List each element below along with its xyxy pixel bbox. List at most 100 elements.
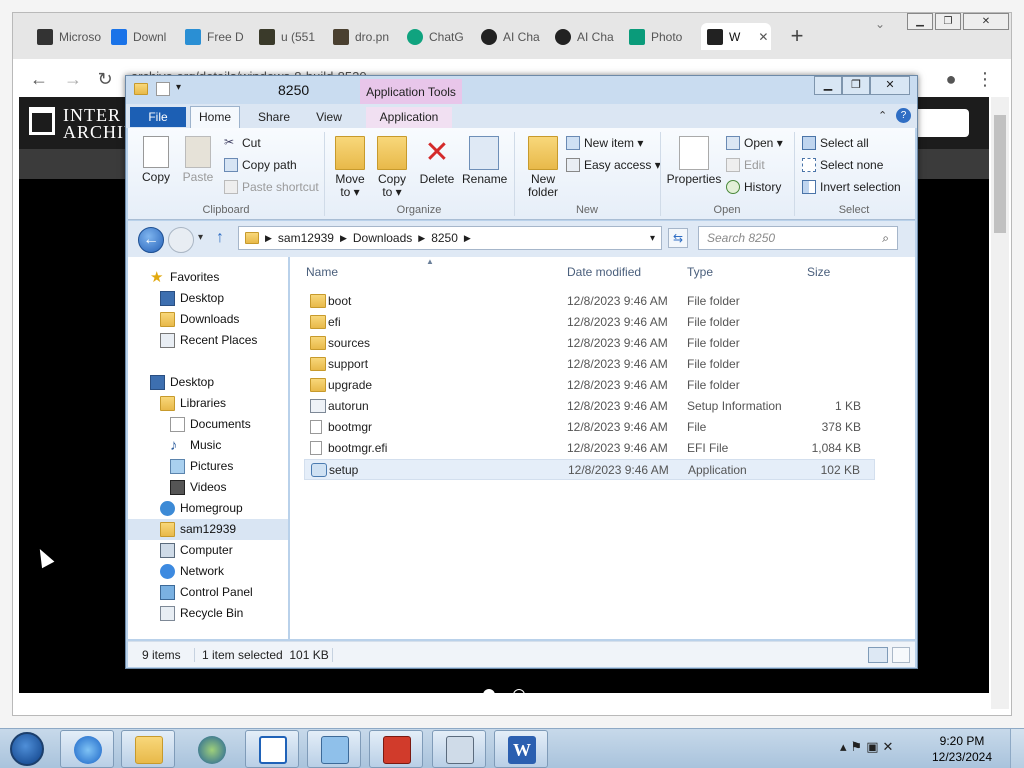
browser-tab-3[interactable]: Free D [179, 23, 253, 50]
file-row[interactable]: bootmgr.efi 12/8/2023 9:46 AM EFI File 1,08… [304, 438, 875, 459]
browser-tab-active[interactable]: W ✕ [701, 23, 771, 50]
invert-selection-button[interactable]: Invert selection [802, 178, 901, 196]
search-input[interactable]: Search 8250 ⌕ [698, 226, 898, 250]
nav-desktop[interactable]: Desktop [128, 372, 288, 393]
column-type[interactable]: Type [687, 265, 713, 279]
browser-tab-8[interactable]: AI Cha [549, 23, 623, 50]
page-scrollbar[interactable] [991, 97, 1009, 709]
nav-network[interactable]: Network [128, 561, 288, 582]
browser-tab-7[interactable]: AI Cha [475, 23, 549, 50]
browser-tab-4[interactable]: u (551 [253, 23, 327, 50]
close-icon[interactable]: ✕ [963, 13, 1009, 30]
taskbar-app-transfer[interactable] [245, 730, 299, 768]
nav-documents[interactable]: Documents [128, 414, 288, 435]
maximize-icon[interactable]: ❐ [935, 13, 961, 30]
taskbar-control-panel[interactable] [307, 730, 361, 768]
dropdown-icon[interactable]: ▾ [176, 82, 190, 96]
breadcrumb[interactable]: ▶ sam12939 ▶ Downloads ▶ 8250 ▶ ▾ [238, 226, 662, 250]
file-row[interactable]: sources 12/8/2023 9:46 AM File folder [304, 333, 875, 354]
breadcrumb-item[interactable]: Downloads [353, 231, 412, 245]
system-tray[interactable]: ▴⚑▣✕ [840, 739, 930, 759]
file-row[interactable]: bootmgr 12/8/2023 9:46 AM File 378 KB [304, 417, 875, 438]
minimize-icon[interactable]: ▁ [907, 13, 933, 30]
tab-view[interactable]: View [308, 107, 350, 128]
browser-tab-6[interactable]: ChatG [401, 23, 475, 50]
browser-tab-2[interactable]: Downl [105, 23, 179, 50]
file-row[interactable]: autorun 12/8/2023 9:46 AM Setup Informatio… [304, 396, 875, 417]
archive-logo[interactable]: INTER ARCHIV [29, 106, 138, 141]
move-to-button[interactable]: Move to ▾ [332, 136, 368, 199]
file-row[interactable]: upgrade 12/8/2023 9:46 AM File folder [304, 375, 875, 396]
volume-muted-icon[interactable]: ✕ [882, 739, 897, 754]
back-button[interactable]: ← [138, 227, 164, 253]
select-none-button[interactable]: Select none [802, 156, 883, 174]
nav-fav-desktop[interactable]: Desktop [128, 288, 288, 309]
forward-button[interactable] [168, 227, 194, 253]
nav-videos[interactable]: Videos [128, 477, 288, 498]
paste-shortcut-button[interactable]: Paste shortcut [224, 178, 319, 196]
carousel-dot-2[interactable] [513, 689, 525, 701]
taskbar-network-computer[interactable] [432, 730, 486, 768]
minimize-icon[interactable]: ▁ [814, 76, 842, 95]
show-desktop-button[interactable] [1010, 729, 1024, 768]
ribbon-collapse-icon[interactable]: ⌃ [878, 109, 887, 122]
help-icon[interactable]: ? [896, 108, 911, 123]
nav-music[interactable]: ♪ Music [128, 435, 288, 456]
copy-to-button[interactable]: Copy to ▾ [374, 136, 410, 199]
column-date[interactable]: Date modified [567, 265, 641, 279]
address-dropdown-icon[interactable]: ▾ [650, 233, 655, 244]
recent-locations-icon[interactable]: ▾ [198, 232, 203, 243]
maximize-icon[interactable]: ❐ [842, 76, 870, 95]
column-size[interactable]: Size [807, 265, 830, 279]
tab-search-icon[interactable]: ⌄ [875, 17, 885, 31]
nav-pictures[interactable]: Pictures [128, 456, 288, 477]
taskbar-internet-explorer[interactable] [60, 730, 114, 768]
reload-icon[interactable]: ↻ [91, 65, 119, 93]
file-row-selected[interactable]: setup 12/8/2023 9:46 AM Application 102 KB [304, 459, 875, 480]
show-hidden-icons-icon[interactable]: ▴ [840, 739, 851, 754]
taskbar-file-explorer[interactable] [121, 730, 175, 768]
easy-access-button[interactable]: Easy access ▾ [566, 156, 661, 174]
start-button[interactable] [0, 729, 54, 768]
file-row[interactable]: support 12/8/2023 9:46 AM File folder [304, 354, 875, 375]
taskbar-toolbox[interactable] [369, 730, 423, 768]
tab-home[interactable]: Home [190, 106, 240, 128]
carousel-dot-1[interactable] [483, 689, 495, 701]
browser-tab-9[interactable]: Photo [623, 23, 697, 50]
back-icon[interactable]: ← [25, 65, 53, 93]
nav-control-panel[interactable]: Control Panel [128, 582, 288, 603]
nav-computer[interactable]: Computer [128, 540, 288, 561]
new-item-button[interactable]: New item ▾ [566, 134, 643, 152]
browser-tab-1[interactable]: Microso [31, 23, 105, 50]
column-name[interactable]: Name [306, 265, 338, 279]
tab-share[interactable]: Share [252, 107, 296, 128]
close-icon[interactable]: ✕ [870, 76, 910, 95]
nav-recent-places[interactable]: Recent Places [128, 330, 288, 351]
clock[interactable]: 9:20 PM 12/23/2024 [930, 733, 994, 767]
copy-button[interactable]: Copy [138, 136, 174, 184]
rename-button[interactable]: Rename [462, 136, 507, 186]
properties-button[interactable]: Properties [666, 136, 722, 186]
taskbar-word[interactable]: W [494, 730, 548, 768]
nav-libraries[interactable]: Libraries [128, 393, 288, 414]
scrollbar-thumb[interactable] [994, 115, 1006, 233]
taskbar-media-player[interactable] [184, 730, 238, 768]
browser-tab-5[interactable]: dro.pn [327, 23, 401, 50]
breadcrumb-item[interactable]: 8250 [431, 231, 458, 245]
properties-quick-icon[interactable] [156, 82, 170, 96]
cut-button[interactable]: ✂ Cut [224, 134, 261, 152]
new-tab-button[interactable]: + [785, 25, 809, 49]
large-icons-view-icon[interactable] [892, 647, 910, 663]
copy-path-button[interactable]: Copy path [224, 156, 297, 174]
network-status-icon[interactable]: ▣ [866, 739, 882, 754]
nav-downloads[interactable]: Downloads [128, 309, 288, 330]
close-tab-icon[interactable]: ✕ [758, 30, 768, 44]
profile-icon[interactable]: ● [937, 65, 965, 93]
tab-application[interactable]: Application [366, 107, 452, 128]
select-all-button[interactable]: Select all [802, 134, 869, 152]
edit-button[interactable]: Edit [726, 156, 765, 174]
up-icon[interactable]: ↑ [216, 229, 224, 247]
open-button[interactable]: Open ▾ [726, 134, 783, 152]
tab-file[interactable]: File [130, 107, 186, 127]
forward-icon[interactable]: → [59, 65, 87, 93]
